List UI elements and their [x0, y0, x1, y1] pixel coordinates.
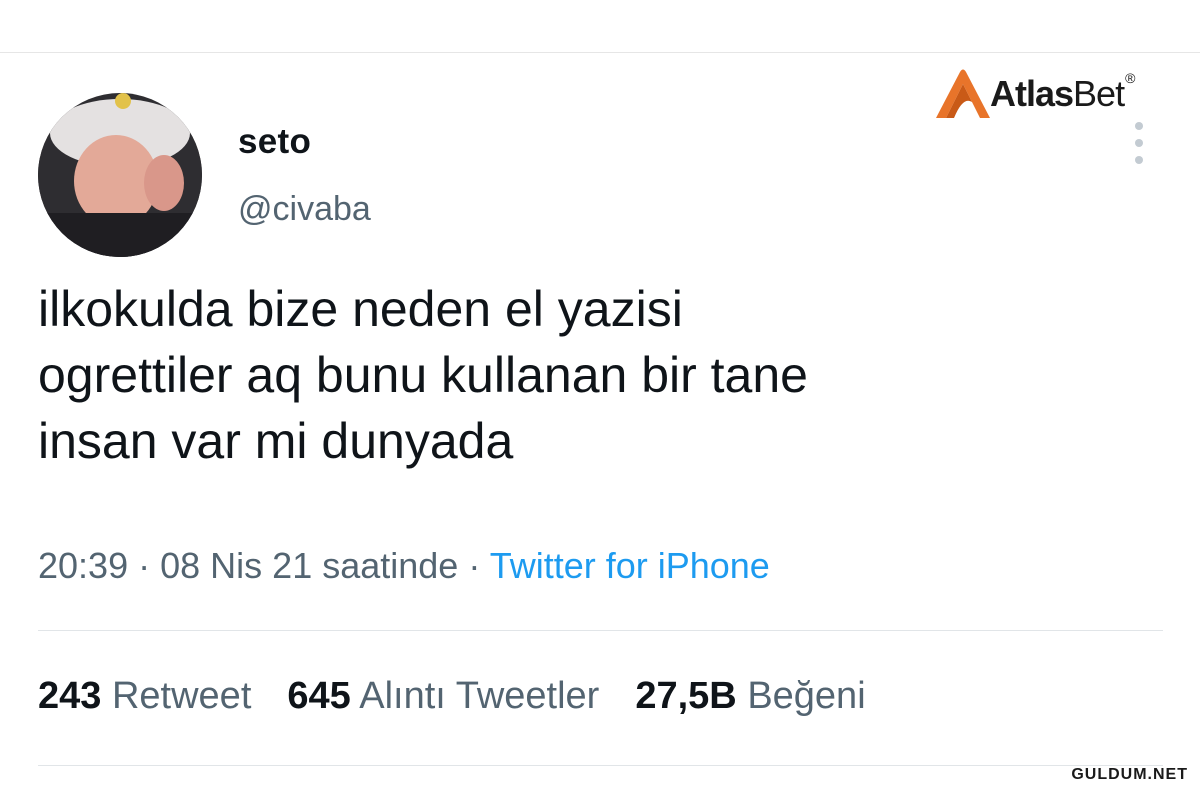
- brand-logo: AtlasBet ®: [930, 64, 1135, 124]
- watermark: GULDUM.NET: [1071, 766, 1188, 783]
- tweet-time[interactable]: 20:39: [38, 545, 128, 586]
- dot-icon: [1135, 156, 1143, 164]
- meta-separator: ·: [138, 545, 151, 586]
- brand-name-bold: Atlas: [990, 73, 1074, 114]
- brand-name-light: Bet: [1073, 73, 1125, 114]
- tweet-date[interactable]: 08 Nis 21 saatinde: [160, 545, 458, 586]
- quotes-count: 645: [287, 675, 351, 717]
- user-handle[interactable]: @civaba: [238, 190, 371, 229]
- dot-icon: [1135, 139, 1143, 147]
- quotes-label: Alıntı Tweetler: [359, 675, 600, 717]
- likes-count: 27,5B: [635, 675, 737, 717]
- likes-stat[interactable]: 27,5B Beğeni: [635, 675, 865, 717]
- retweets-count: 243: [38, 675, 102, 717]
- tweet-text: ilkokulda bize neden el yazisi ogrettile…: [38, 281, 808, 469]
- brand-name: AtlasBet: [990, 73, 1125, 115]
- more-vertical-icon[interactable]: [1128, 122, 1150, 164]
- brand-registered: ®: [1125, 70, 1136, 86]
- meta-separator: ·: [468, 545, 481, 586]
- likes-label: Beğeni: [747, 675, 866, 717]
- stats-divider-bottom: [38, 765, 1163, 766]
- avatar-image: [38, 93, 202, 257]
- quotes-stat[interactable]: 645 Alıntı Tweetler: [287, 675, 599, 717]
- stats-divider-top: [38, 630, 1163, 631]
- retweets-label: Retweet: [111, 675, 252, 717]
- avatar[interactable]: [38, 93, 202, 257]
- display-name[interactable]: seto: [238, 122, 311, 162]
- dot-icon: [1135, 122, 1143, 130]
- tweet-source-link[interactable]: Twitter for iPhone: [490, 545, 770, 586]
- tweet-meta: 20:39 · 08 Nis 21 saatinde · Twitter for…: [38, 545, 770, 587]
- tweet-stats: 243 Retweet 645 Alıntı Tweetler 27,5B Beğe…: [38, 675, 866, 718]
- atlasbet-logo-icon: [936, 69, 990, 118]
- top-divider: [0, 52, 1200, 53]
- retweets-stat[interactable]: 243 Retweet: [38, 675, 251, 717]
